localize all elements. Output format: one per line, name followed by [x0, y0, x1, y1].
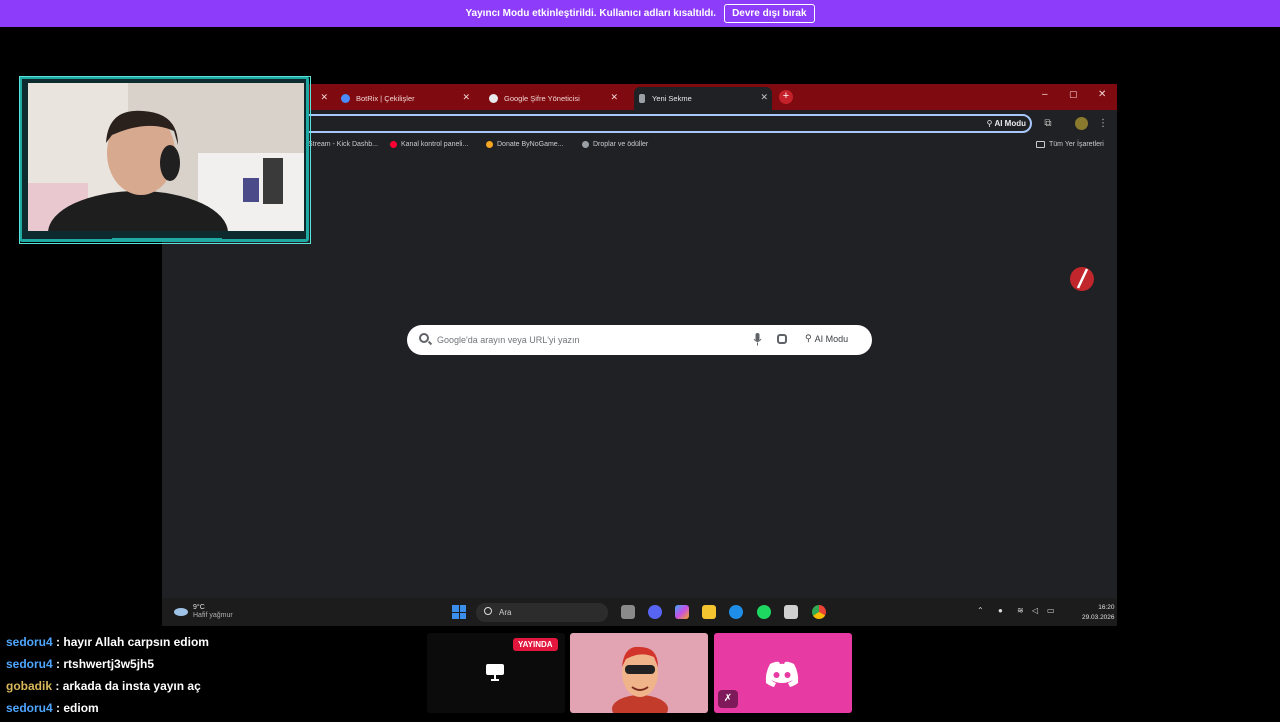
discord-participant-tile[interactable]: ✗: [714, 633, 852, 713]
chat-text: hayır Allah carpsın ediom: [63, 635, 209, 649]
clock-date: 29.03.2026: [1082, 614, 1115, 621]
chat-text: rtshwertj3w5jh5: [63, 657, 155, 671]
bookmark-label: Stream - Kick Dashb...: [308, 141, 379, 148]
chat-overlay: sedoru4 : hayır Allah carpsın ediom sedo…: [6, 634, 416, 722]
menu-kebab-icon[interactable]: ⋮: [1097, 118, 1109, 130]
close-icon[interactable]: ✕: [610, 92, 618, 103]
copilot-icon[interactable]: [675, 605, 689, 619]
participant-avatar-tile[interactable]: [570, 633, 708, 713]
drops-icon: [582, 141, 589, 148]
bynogame-icon: [486, 141, 493, 148]
maximize-icon[interactable]: ▢: [1069, 89, 1078, 100]
tab-botrix[interactable]: BotRix | Çekilişler ✕: [338, 87, 474, 110]
ai-mode-chip[interactable]: ⚲ AI Modu: [987, 117, 1026, 130]
store-icon[interactable]: [784, 605, 798, 619]
chrome-favicon-icon: [639, 94, 645, 103]
chat-message: sedoru4 : ediom: [6, 701, 99, 715]
new-tab-button[interactable]: +: [779, 90, 793, 104]
tray-chevron-up-icon[interactable]: ⌃: [977, 606, 984, 615]
bookmark-kick-dashboard[interactable]: Stream - Kick Dashb...: [308, 141, 378, 148]
microphone-muted-icon: ✗: [718, 690, 738, 708]
bookmark-channel-panel[interactable]: Kanal kontrol paneli...: [390, 141, 468, 148]
screen-share-tile[interactable]: YAYINDA: [427, 633, 565, 713]
watermark-logo: [1070, 267, 1094, 291]
banner-text: Yayıncı Modu etkinleştirildi. Kullanıcı …: [465, 8, 717, 19]
spotify-icon[interactable]: [757, 605, 771, 619]
weather-temperature: 9°C: [193, 604, 205, 611]
minimize-icon[interactable]: –: [1042, 89, 1048, 100]
tab-password-manager[interactable]: Google Şifre Yöneticisi ✕: [486, 87, 622, 110]
edge-icon[interactable]: [729, 605, 743, 619]
monitor-icon: [486, 664, 504, 681]
bookmark-drops[interactable]: Droplar ve ödüller: [582, 141, 648, 148]
chat-username: gobadik: [6, 679, 53, 693]
youtube-icon: [390, 141, 397, 148]
file-explorer-icon[interactable]: [702, 605, 716, 619]
botrix-favicon-icon: [341, 94, 350, 103]
streamer-mode-banner: Yayıncı Modu etkinleştirildi. Kullanıcı …: [0, 0, 1280, 27]
tab-partial[interactable]: ✕: [310, 87, 328, 110]
google-search-input[interactable]: [437, 332, 737, 348]
discord-app-icon[interactable]: [648, 605, 662, 619]
bookmark-label: Donate ByNoGame...: [497, 141, 564, 148]
close-icon[interactable]: ✕: [462, 92, 470, 103]
chat-username: sedoru4: [6, 701, 53, 715]
microphone-icon[interactable]: [753, 333, 762, 346]
microphone-tray-icon[interactable]: ●: [998, 606, 1003, 615]
tab-title: BotRix | Çekilişler: [356, 94, 415, 103]
windows-taskbar: 9°C Hafif yağmur Ara ⌃ ● ≋ ◁ ▭ 16:20 29.…: [162, 598, 1117, 626]
close-icon[interactable]: ✕: [320, 92, 328, 103]
all-bookmarks-folder[interactable]: Tüm Yer İşaretleri: [1036, 141, 1104, 148]
webcam-feed: [28, 83, 304, 231]
ai-mode-label: AI Modu: [814, 333, 849, 344]
rain-cloud-icon: [174, 608, 188, 616]
battery-icon[interactable]: ▭: [1047, 606, 1055, 615]
close-icon[interactable]: ✕: [760, 92, 768, 103]
profile-avatar[interactable]: [1075, 117, 1088, 130]
ai-mode-label: AI Modu: [994, 119, 1026, 128]
taskbar-search[interactable]: Ara: [476, 603, 608, 622]
taskbar-clock[interactable]: 16:20 29.03.2026: [1082, 603, 1115, 623]
taskbar-search-label: Ara: [499, 608, 512, 617]
chrome-icon[interactable]: [812, 605, 826, 619]
search-icon: [419, 333, 429, 343]
chat-username: sedoru4: [6, 635, 53, 649]
windows-start-icon[interactable]: [452, 605, 466, 619]
disable-streamer-mode-button[interactable]: Devre dışı bırak: [724, 4, 815, 23]
weather-widget[interactable]: 9°C Hafif yağmur: [173, 604, 233, 620]
chat-message: sedoru4 : hayır Allah carpsın ediom: [6, 635, 209, 649]
avatar: [612, 646, 668, 713]
wifi-icon[interactable]: ≋: [1017, 606, 1024, 615]
close-window-icon[interactable]: ✕: [1098, 89, 1106, 100]
chat-message: gobadik : arkada da insta yayın aç: [6, 679, 201, 693]
extensions-icon[interactable]: ⧉: [1042, 118, 1054, 130]
webcam-frame-accent: [112, 229, 222, 241]
clock-time: 16:20: [1098, 604, 1115, 611]
chat-message: sedoru4 : rtshwertj3w5jh5: [6, 657, 155, 671]
search-icon: [484, 607, 492, 615]
chat-username: sedoru4: [6, 657, 53, 671]
webcam-overlay: [19, 76, 311, 244]
weather-condition: Hafif yağmur: [193, 612, 233, 619]
bookmark-donate[interactable]: Donate ByNoGame...: [486, 141, 564, 148]
sparkle-search-icon: ⚲: [986, 119, 993, 128]
discord-logo-icon: [765, 661, 799, 687]
google-search-box[interactable]: ⚲ AI Modu: [407, 325, 872, 355]
tab-title: Google Şifre Yöneticisi: [504, 94, 580, 103]
google-favicon-icon: [489, 94, 498, 103]
sparkle-search-icon: ⚲: [805, 333, 812, 343]
folder-icon: [1036, 141, 1045, 148]
tab-title: Yeni Sekme: [652, 94, 692, 103]
tab-new-tab[interactable]: Yeni Sekme ✕: [634, 87, 772, 110]
google-lens-icon[interactable]: [777, 334, 787, 344]
bookmark-label: Kanal kontrol paneli...: [401, 141, 469, 148]
chat-text: arkada da insta yayın aç: [62, 679, 201, 693]
all-bookmarks-label: Tüm Yer İşaretleri: [1049, 141, 1104, 148]
bookmark-label: Droplar ve ödüller: [593, 141, 649, 148]
live-badge: YAYINDA: [513, 638, 558, 651]
task-view-icon[interactable]: [621, 605, 635, 619]
ai-mode-button[interactable]: ⚲ AI Modu: [805, 333, 848, 344]
chat-text: ediom: [63, 701, 99, 715]
volume-muted-icon[interactable]: ◁: [1032, 606, 1038, 615]
